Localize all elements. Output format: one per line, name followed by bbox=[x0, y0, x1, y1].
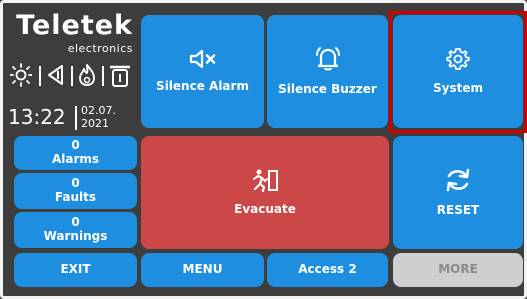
bell-icon bbox=[313, 46, 343, 76]
status-divider bbox=[102, 66, 104, 86]
system-label: System bbox=[433, 80, 483, 95]
clock-date: 02.07. 2021 bbox=[81, 104, 116, 130]
warnings-button[interactable]: 0 Warnings bbox=[14, 212, 137, 248]
faults-label: Faults bbox=[54, 190, 97, 204]
alarms-button[interactable]: 0 Alarms bbox=[14, 136, 137, 170]
evacuate-button[interactable]: Evacuate bbox=[141, 136, 389, 249]
brand-subtitle: electronics bbox=[67, 42, 133, 55]
warnings-label: Warnings bbox=[43, 229, 108, 243]
arrow-left-icon bbox=[46, 62, 66, 92]
flame-icon bbox=[76, 62, 98, 92]
exit-label: EXIT bbox=[60, 262, 91, 277]
clock-time: 13:22 bbox=[8, 105, 66, 129]
gear-icon bbox=[446, 47, 470, 75]
faults-button[interactable]: 0 Faults bbox=[14, 173, 137, 209]
more-button[interactable]: MORE bbox=[393, 253, 523, 287]
clock-date-day: 02.07. bbox=[81, 104, 116, 117]
evacuate-label: Evacuate bbox=[234, 201, 296, 216]
reset-label: RESET bbox=[436, 202, 480, 217]
alarms-count: 0 bbox=[71, 138, 80, 153]
system-button[interactable]: System bbox=[393, 15, 523, 128]
faults-count: 0 bbox=[71, 176, 80, 191]
access-level-label: Access 2 bbox=[298, 262, 357, 277]
exit-button[interactable]: EXIT bbox=[14, 253, 137, 287]
more-label: MORE bbox=[438, 262, 478, 277]
reset-button[interactable]: RESET bbox=[393, 136, 523, 249]
silence-alarm-button[interactable]: Silence Alarm bbox=[141, 15, 264, 128]
clock-date-year: 2021 bbox=[81, 117, 109, 130]
device-icon bbox=[108, 62, 132, 92]
sun-icon bbox=[9, 62, 33, 92]
status-panel: Teletek electronics 13:22 02.07. 2021 bbox=[8, 10, 133, 137]
evacuate-icon bbox=[251, 168, 279, 196]
access-level-button[interactable]: Access 2 bbox=[267, 253, 388, 287]
alarms-label: Alarms bbox=[51, 152, 100, 166]
speaker-mute-icon bbox=[188, 49, 218, 73]
status-divider bbox=[71, 66, 73, 86]
warnings-count: 0 bbox=[71, 215, 80, 230]
refresh-icon bbox=[444, 167, 472, 197]
silence-buzzer-label: Silence Buzzer bbox=[278, 81, 377, 96]
menu-label: MENU bbox=[182, 262, 223, 277]
menu-button[interactable]: MENU bbox=[141, 253, 264, 287]
clock-divider bbox=[75, 106, 77, 130]
status-divider bbox=[39, 66, 41, 86]
brand-logo: Teletek bbox=[16, 10, 133, 41]
silence-buzzer-button[interactable]: Silence Buzzer bbox=[267, 15, 388, 128]
silence-alarm-label: Silence Alarm bbox=[156, 78, 249, 93]
status-icons-row bbox=[9, 62, 133, 92]
